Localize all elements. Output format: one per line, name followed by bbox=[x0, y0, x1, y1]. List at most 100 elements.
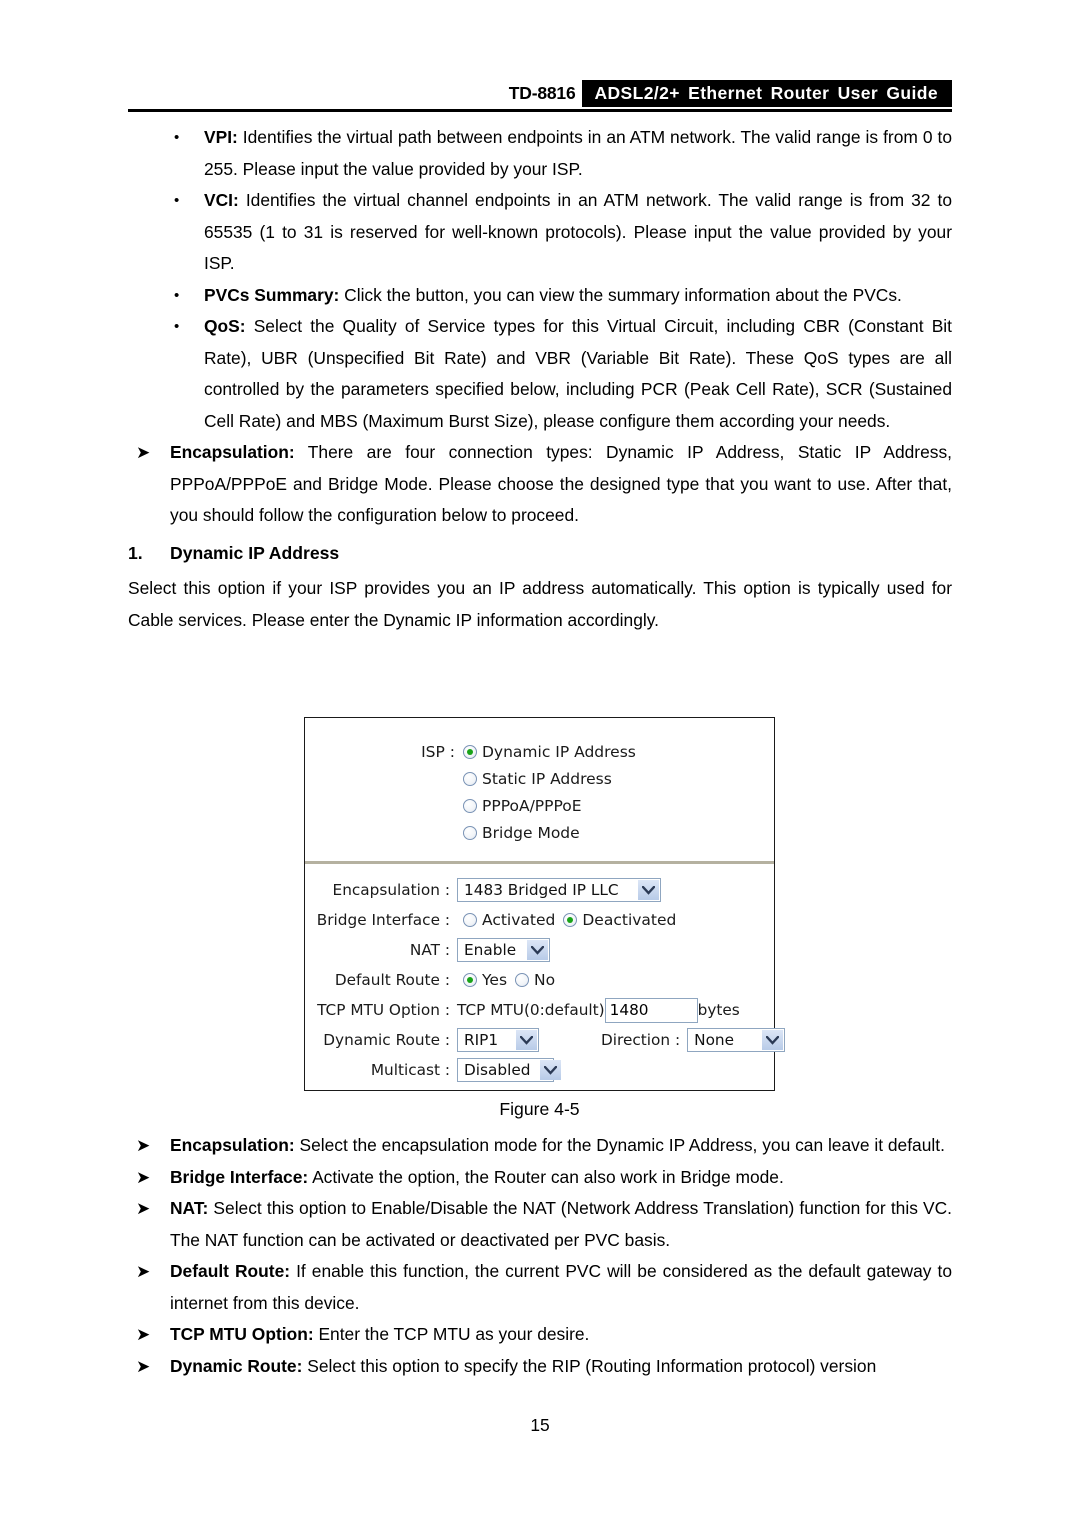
section-heading-label: Dynamic IP Address bbox=[170, 542, 340, 563]
encapsulation-select[interactable]: 1483 Bridged IP LLC bbox=[457, 878, 661, 902]
bullet-encapsulation-intro: ➤ Encapsulation: There are four connectio… bbox=[128, 437, 952, 532]
isp-option-label-bridge-mode: Bridge Mode bbox=[482, 823, 580, 842]
bullet-marker-icon: • bbox=[174, 192, 180, 209]
lower-content: ➤ Encapsulation: Select the encapsulation… bbox=[128, 1130, 952, 1382]
form-divider bbox=[305, 861, 774, 864]
radio-default-route-no-icon[interactable] bbox=[515, 973, 530, 987]
bullet-term: VCI: bbox=[204, 190, 239, 210]
figure-caption: Figure 4-5 bbox=[499, 1099, 580, 1119]
bridge-interface-option-activated: Activated bbox=[482, 911, 556, 929]
nat-value: Enable bbox=[464, 941, 517, 959]
dynamic-route-select[interactable]: RIP1 bbox=[457, 1028, 539, 1052]
header-rule bbox=[128, 109, 952, 112]
bullet-marker-icon: • bbox=[174, 286, 180, 304]
direction-value: None bbox=[694, 1031, 735, 1049]
isp-option-row-0[interactable]: ISP : Dynamic IP Address bbox=[305, 738, 774, 765]
bullet-text: Select the Quality of Service types for … bbox=[204, 316, 952, 431]
multicast-label: Multicast : bbox=[370, 1061, 450, 1079]
chevron-down-icon[interactable] bbox=[527, 940, 548, 960]
bullet-text: Click the button, you can view the summa… bbox=[339, 284, 902, 305]
bullet-dynamic-route: ➤ Dynamic Route: Select this option to sp… bbox=[128, 1351, 952, 1383]
isp-option-row-3[interactable]: Bridge Mode bbox=[305, 819, 774, 846]
chevron-down-icon[interactable] bbox=[540, 1060, 562, 1080]
row-nat: NAT : Enable bbox=[305, 935, 774, 965]
radio-bridge-deactivated-icon[interactable] bbox=[563, 913, 578, 927]
bullet-text: Select this option to Enable/Disable the… bbox=[170, 1198, 952, 1250]
nat-label: NAT : bbox=[409, 941, 450, 959]
section-heading: 1. Dynamic IP Address bbox=[128, 538, 952, 570]
arrow-marker-icon: ➤ bbox=[136, 1199, 151, 1218]
chevron-down-icon[interactable] bbox=[516, 1030, 537, 1050]
bullet-qos: • QoS: Select the Quality of Service type… bbox=[128, 311, 952, 437]
form-panel: ISP : Dynamic IP Address Static IP Addre… bbox=[304, 717, 786, 1091]
bullet-term: Bridge Interface: bbox=[170, 1166, 309, 1187]
multicast-select[interactable]: Disabled bbox=[457, 1058, 562, 1082]
isp-option-label-pppoa-pppoe: PPPoA/PPPoE bbox=[482, 796, 582, 815]
bullet-bridge-interface: ➤ Bridge Interface: Activate the option, … bbox=[128, 1162, 952, 1194]
bullet-term: TCP MTU Option: bbox=[170, 1324, 314, 1344]
tcp-mtu-label: TCP MTU Option : bbox=[317, 1001, 450, 1019]
chevron-down-icon[interactable] bbox=[762, 1030, 784, 1050]
radio-pppoa-pppoe-icon[interactable] bbox=[463, 798, 477, 813]
bullet-text: Identifies the virtual channel endpoints… bbox=[204, 190, 952, 273]
bullet-marker-icon: • bbox=[174, 129, 180, 146]
tcp-mtu-prefix-label: TCP MTU(0:default) bbox=[457, 1001, 605, 1019]
multicast-value: Disabled bbox=[464, 1061, 531, 1079]
header-model-label: TD-8816 bbox=[494, 80, 583, 107]
bullet-text: Enter the TCP MTU as your desire. bbox=[313, 1324, 590, 1344]
bullet-term: Encapsulation: bbox=[170, 442, 295, 462]
isp-option-row-1[interactable]: Static IP Address bbox=[305, 765, 774, 792]
connection-settings-group: Encapsulation : 1483 Bridged IP LLC Brid… bbox=[305, 875, 786, 1085]
bullet-term: Encapsulation: bbox=[170, 1135, 295, 1155]
direction-select[interactable]: None bbox=[687, 1028, 786, 1052]
bullet-text: Identifies the virtual path between endp… bbox=[204, 127, 952, 179]
radio-dynamic-ip-address-icon[interactable] bbox=[463, 744, 477, 759]
radio-bridge-mode-icon[interactable] bbox=[463, 825, 477, 840]
page-header: TD-8816 ADSL2/2+ Ethernet Router User Gu… bbox=[128, 80, 952, 112]
dynamic-route-value: RIP1 bbox=[464, 1031, 499, 1049]
isp-option-row-2[interactable]: PPPoA/PPPoE bbox=[305, 792, 774, 819]
header-bar: TD-8816 ADSL2/2+ Ethernet Router User Gu… bbox=[128, 80, 952, 107]
bullet-term: QoS: bbox=[204, 316, 246, 336]
encapsulation-label: Encapsulation : bbox=[332, 881, 450, 899]
arrow-marker-icon: ➤ bbox=[136, 1356, 151, 1376]
bullet-term: PVCs Summary: bbox=[204, 284, 340, 305]
bullet-term: NAT: bbox=[170, 1198, 209, 1218]
bullet-tcp-mtu-option: ➤ TCP MTU Option: Enter the TCP MTU as yo… bbox=[128, 1319, 952, 1351]
bullet-text: Activate the option, the Router can also… bbox=[308, 1166, 784, 1187]
bullet-vci: • VCI: Identifies the virtual channel end… bbox=[128, 185, 952, 280]
arrow-marker-icon: ➤ bbox=[136, 1325, 151, 1344]
radio-static-ip-address-icon[interactable] bbox=[463, 771, 477, 786]
upper-content: • VPI: Identifies the virtual path betwee… bbox=[128, 122, 952, 636]
nat-select[interactable]: Enable bbox=[457, 938, 550, 962]
figure-dynamic-ip-form: ISP : Dynamic IP Address Static IP Addre… bbox=[304, 717, 786, 1091]
row-bridge-interface: Bridge Interface : Activated Deactivated bbox=[305, 905, 774, 935]
row-encapsulation: Encapsulation : 1483 Bridged IP LLC bbox=[305, 875, 774, 905]
header-title-label: ADSL2/2+ Ethernet Router User Guide bbox=[582, 80, 952, 107]
bullet-text: Select the encapsulation mode for the Dy… bbox=[294, 1135, 945, 1155]
row-multicast: Multicast : Disabled bbox=[305, 1055, 774, 1085]
bullet-encapsulation: ➤ Encapsulation: Select the encapsulation… bbox=[128, 1130, 952, 1162]
arrow-marker-icon: ➤ bbox=[136, 1167, 151, 1187]
isp-option-label-static-ip: Static IP Address bbox=[482, 769, 612, 788]
row-default-route: Default Route : Yes No bbox=[305, 965, 774, 995]
section-body: Select this option if your ISP provides … bbox=[128, 578, 952, 630]
section-number: 1. bbox=[128, 542, 143, 563]
isp-group: ISP : Dynamic IP Address Static IP Addre… bbox=[305, 738, 774, 846]
bridge-interface-label: Bridge Interface : bbox=[316, 911, 450, 929]
encapsulation-value: 1483 Bridged IP LLC bbox=[464, 881, 619, 899]
radio-bridge-activated-icon[interactable] bbox=[463, 913, 477, 927]
bullet-pvcs-summary: • PVCs Summary: Click the button, you can… bbox=[128, 280, 952, 312]
default-route-option-no: No bbox=[534, 971, 556, 989]
chevron-down-icon[interactable] bbox=[638, 880, 659, 900]
direction-label: Direction : bbox=[601, 1031, 681, 1049]
isp-label: ISP : bbox=[421, 742, 455, 761]
tcp-mtu-input[interactable]: 1480 bbox=[604, 997, 698, 1023]
tcp-mtu-unit-label: bytes bbox=[697, 1001, 740, 1019]
bullet-text: Select this option to specify the RIP (R… bbox=[302, 1355, 877, 1376]
arrow-marker-icon: ➤ bbox=[136, 443, 151, 462]
default-route-label: Default Route : bbox=[334, 971, 450, 989]
arrow-marker-icon: ➤ bbox=[136, 1262, 151, 1281]
radio-default-route-yes-icon[interactable] bbox=[463, 973, 477, 987]
bullet-term: Default Route: bbox=[170, 1261, 291, 1281]
